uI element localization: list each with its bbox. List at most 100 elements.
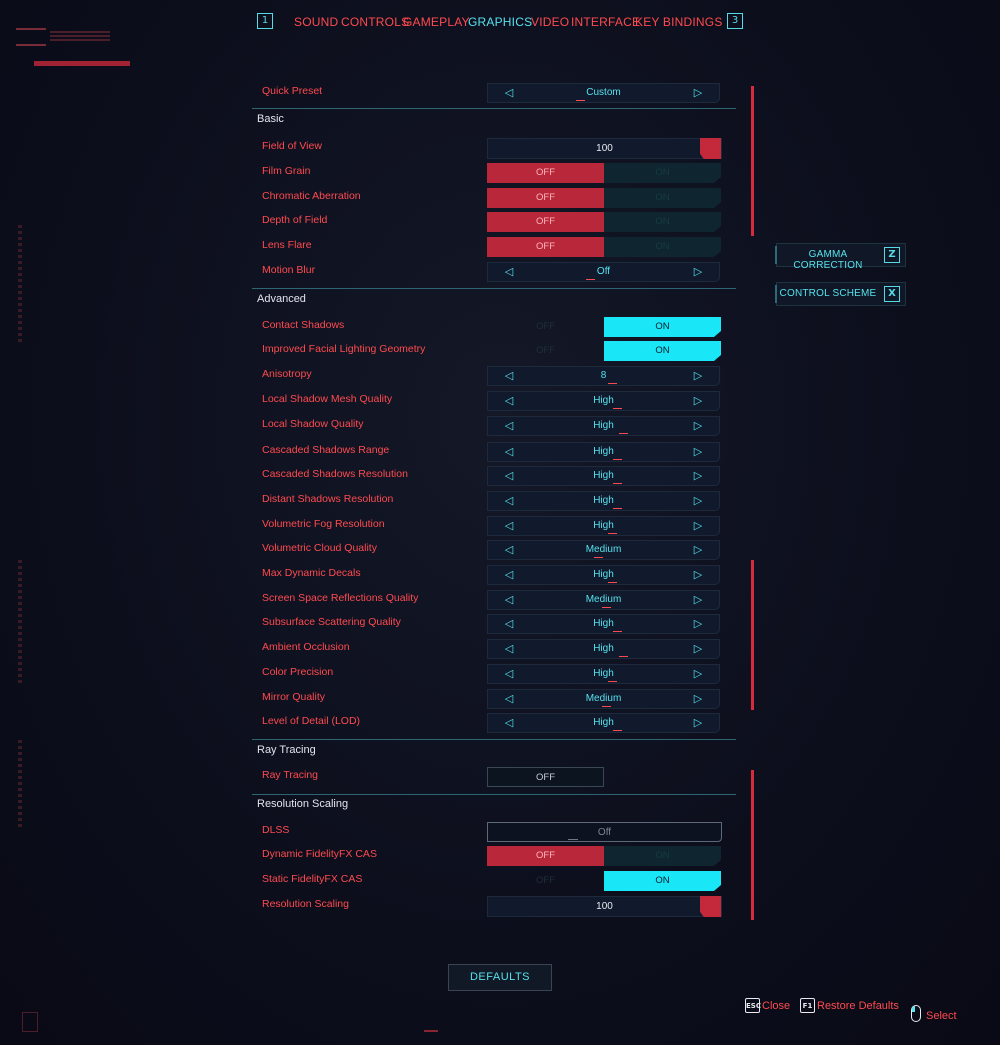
slider-handle[interactable] <box>700 896 721 917</box>
cascaded-shadows-range-selector[interactable]: ◁ High ▷ <box>487 442 720 462</box>
toggle-on[interactable]: ON <box>604 212 721 232</box>
local-shadow-mesh-selector[interactable]: ◁ High ▷ <box>487 391 720 411</box>
film-grain-toggle[interactable]: OFF ON <box>487 163 722 183</box>
ambient-occlusion-selector[interactable]: ◁ High ▷ <box>487 639 720 659</box>
ssr-quality-selector[interactable]: ◁ Medium ▷ <box>487 590 720 610</box>
toggle-on[interactable]: ON <box>604 341 721 361</box>
depth-of-field-toggle[interactable]: OFF ON <box>487 212 722 232</box>
toggle-off[interactable]: OFF <box>487 767 604 787</box>
lod-selector[interactable]: ◁ High ▷ <box>487 713 720 733</box>
right-arrow-icon[interactable]: ▷ <box>691 716 705 730</box>
local-shadow-mesh-row[interactable]: Local Shadow Mesh Quality ◁ High ▷ <box>262 391 722 415</box>
chromatic-aberration-toggle[interactable]: OFF ON <box>487 188 722 208</box>
subsurface-scattering-row[interactable]: Subsurface Scattering Quality ◁ High ▷ <box>262 614 722 638</box>
cascaded-shadows-resolution-selector[interactable]: ◁ High ▷ <box>487 466 720 486</box>
tab-interface[interactable]: INTERFACE <box>571 15 640 29</box>
local-shadow-quality-row[interactable]: Local Shadow Quality ◁ High ▷ <box>262 416 722 440</box>
next-tab-key[interactable]: 3 <box>727 13 743 29</box>
dynamic-cas-toggle[interactable]: OFF ON <box>487 846 722 866</box>
right-arrow-icon[interactable]: ▷ <box>691 445 705 459</box>
resolution-scaling-row[interactable]: Resolution Scaling 100 <box>262 896 722 920</box>
lens-flare-row[interactable]: Lens Flare OFF ON <box>262 237 722 261</box>
tab-key-bindings[interactable]: KEY BINDINGS <box>635 15 723 29</box>
motion-blur-selector[interactable]: ◁ Off ▷ <box>487 262 720 282</box>
toggle-on[interactable]: ON <box>604 846 721 866</box>
right-arrow-icon[interactable]: ▷ <box>691 369 705 383</box>
fov-row[interactable]: Field of View 100 <box>262 138 722 162</box>
fov-slider[interactable]: 100 <box>487 138 722 159</box>
volumetric-fog-row[interactable]: Volumetric Fog Resolution ◁ High ▷ <box>262 516 722 540</box>
right-arrow-icon[interactable]: ▷ <box>691 394 705 408</box>
scrollbar[interactable] <box>751 86 754 236</box>
dlss-selector[interactable]: Off <box>487 822 722 842</box>
distant-shadows-selector[interactable]: ◁ High ▷ <box>487 491 720 511</box>
right-arrow-icon[interactable]: ▷ <box>691 494 705 508</box>
right-arrow-icon[interactable]: ▷ <box>691 86 705 100</box>
mirror-quality-selector[interactable]: ◁ Medium ▷ <box>487 689 720 709</box>
ray-tracing-toggle[interactable]: OFF <box>487 767 722 787</box>
toggle-off[interactable]: OFF <box>487 188 604 208</box>
quick-preset-selector[interactable]: ◁ Custom ▷ <box>487 83 720 103</box>
slider-handle[interactable] <box>700 138 721 159</box>
tab-gameplay[interactable]: GAMEPLAY <box>403 15 470 29</box>
tab-controls[interactable]: CONTROLS <box>341 15 409 29</box>
resolution-scaling-slider[interactable]: 100 <box>487 896 722 917</box>
defaults-button[interactable]: DEFAULTS <box>448 964 552 991</box>
lod-row[interactable]: Level of Detail (LOD) ◁ High ▷ <box>262 713 722 737</box>
tab-graphics[interactable]: GRAPHICS <box>468 15 532 29</box>
tab-video[interactable]: VIDEO <box>531 15 569 29</box>
static-cas-toggle[interactable]: OFF ON <box>487 871 722 891</box>
ssr-quality-row[interactable]: Screen Space Reflections Quality ◁ Mediu… <box>262 590 722 614</box>
static-cas-row[interactable]: Static FidelityFX CAS OFF ON <box>262 871 722 895</box>
ambient-occlusion-row[interactable]: Ambient Occlusion ◁ High ▷ <box>262 639 722 663</box>
prev-tab-key[interactable]: 1 <box>257 13 273 29</box>
ray-tracing-row[interactable]: Ray Tracing OFF <box>262 767 722 791</box>
right-arrow-icon[interactable]: ▷ <box>691 543 705 557</box>
right-arrow-icon[interactable]: ▷ <box>691 469 705 483</box>
toggle-off[interactable]: OFF <box>487 846 604 866</box>
toggle-on[interactable]: ON <box>604 871 721 891</box>
motion-blur-row[interactable]: Motion Blur ◁ Off ▷ <box>262 262 722 286</box>
gamma-correction-button[interactable]: GAMMA CORRECTION Z <box>775 243 906 271</box>
cascaded-shadows-range-row[interactable]: Cascaded Shadows Range ◁ High ▷ <box>262 442 722 466</box>
tab-sound[interactable]: SOUND <box>294 15 338 29</box>
restore-defaults-hint[interactable]: Restore Defaults <box>817 1000 899 1012</box>
color-precision-row[interactable]: Color Precision ◁ High ▷ <box>262 664 722 688</box>
toggle-off[interactable]: OFF <box>487 212 604 232</box>
facial-lighting-toggle[interactable]: OFF ON <box>487 341 722 361</box>
toggle-off[interactable]: OFF <box>487 237 604 257</box>
local-shadow-quality-selector[interactable]: ◁ High ▷ <box>487 416 720 436</box>
depth-of-field-row[interactable]: Depth of Field OFF ON <box>262 212 722 236</box>
toggle-on[interactable]: ON <box>604 163 721 183</box>
right-arrow-icon[interactable]: ▷ <box>691 419 705 433</box>
toggle-on[interactable]: ON <box>604 188 721 208</box>
right-arrow-icon[interactable]: ▷ <box>691 667 705 681</box>
close-hint[interactable]: Close <box>762 1000 790 1012</box>
volumetric-cloud-row[interactable]: Volumetric Cloud Quality ◁ Medium ▷ <box>262 540 722 564</box>
chromatic-aberration-row[interactable]: Chromatic Aberration OFF ON <box>262 188 722 212</box>
toggle-off[interactable]: OFF <box>487 317 604 337</box>
right-arrow-icon[interactable]: ▷ <box>691 519 705 533</box>
film-grain-row[interactable]: Film Grain OFF ON <box>262 163 722 187</box>
max-dynamic-decals-row[interactable]: Max Dynamic Decals ◁ High ▷ <box>262 565 722 589</box>
quick-preset-row[interactable]: Quick Preset ◁ Custom ▷ <box>262 83 722 107</box>
right-arrow-icon[interactable]: ▷ <box>691 593 705 607</box>
right-arrow-icon[interactable]: ▷ <box>691 692 705 706</box>
right-arrow-icon[interactable]: ▷ <box>691 642 705 656</box>
right-arrow-icon[interactable]: ▷ <box>691 265 705 279</box>
color-precision-selector[interactable]: ◁ High ▷ <box>487 664 720 684</box>
dlss-row[interactable]: DLSS Off <box>262 822 722 846</box>
contact-shadows-row[interactable]: Contact Shadows OFF ON <box>262 317 722 341</box>
scrollbar[interactable] <box>751 770 754 920</box>
anisotropy-row[interactable]: Anisotropy ◁ 8 ▷ <box>262 366 722 390</box>
toggle-off[interactable]: OFF <box>487 341 604 361</box>
right-arrow-icon[interactable]: ▷ <box>691 617 705 631</box>
right-arrow-icon[interactable]: ▷ <box>691 568 705 582</box>
toggle-off[interactable]: OFF <box>487 871 604 891</box>
toggle-on[interactable]: ON <box>604 237 721 257</box>
subsurface-scattering-selector[interactable]: ◁ High ▷ <box>487 614 720 634</box>
scrollbar[interactable] <box>751 560 754 710</box>
control-scheme-button[interactable]: CONTROL SCHEME X <box>775 282 906 306</box>
lens-flare-toggle[interactable]: OFF ON <box>487 237 722 257</box>
distant-shadows-row[interactable]: Distant Shadows Resolution ◁ High ▷ <box>262 491 722 515</box>
